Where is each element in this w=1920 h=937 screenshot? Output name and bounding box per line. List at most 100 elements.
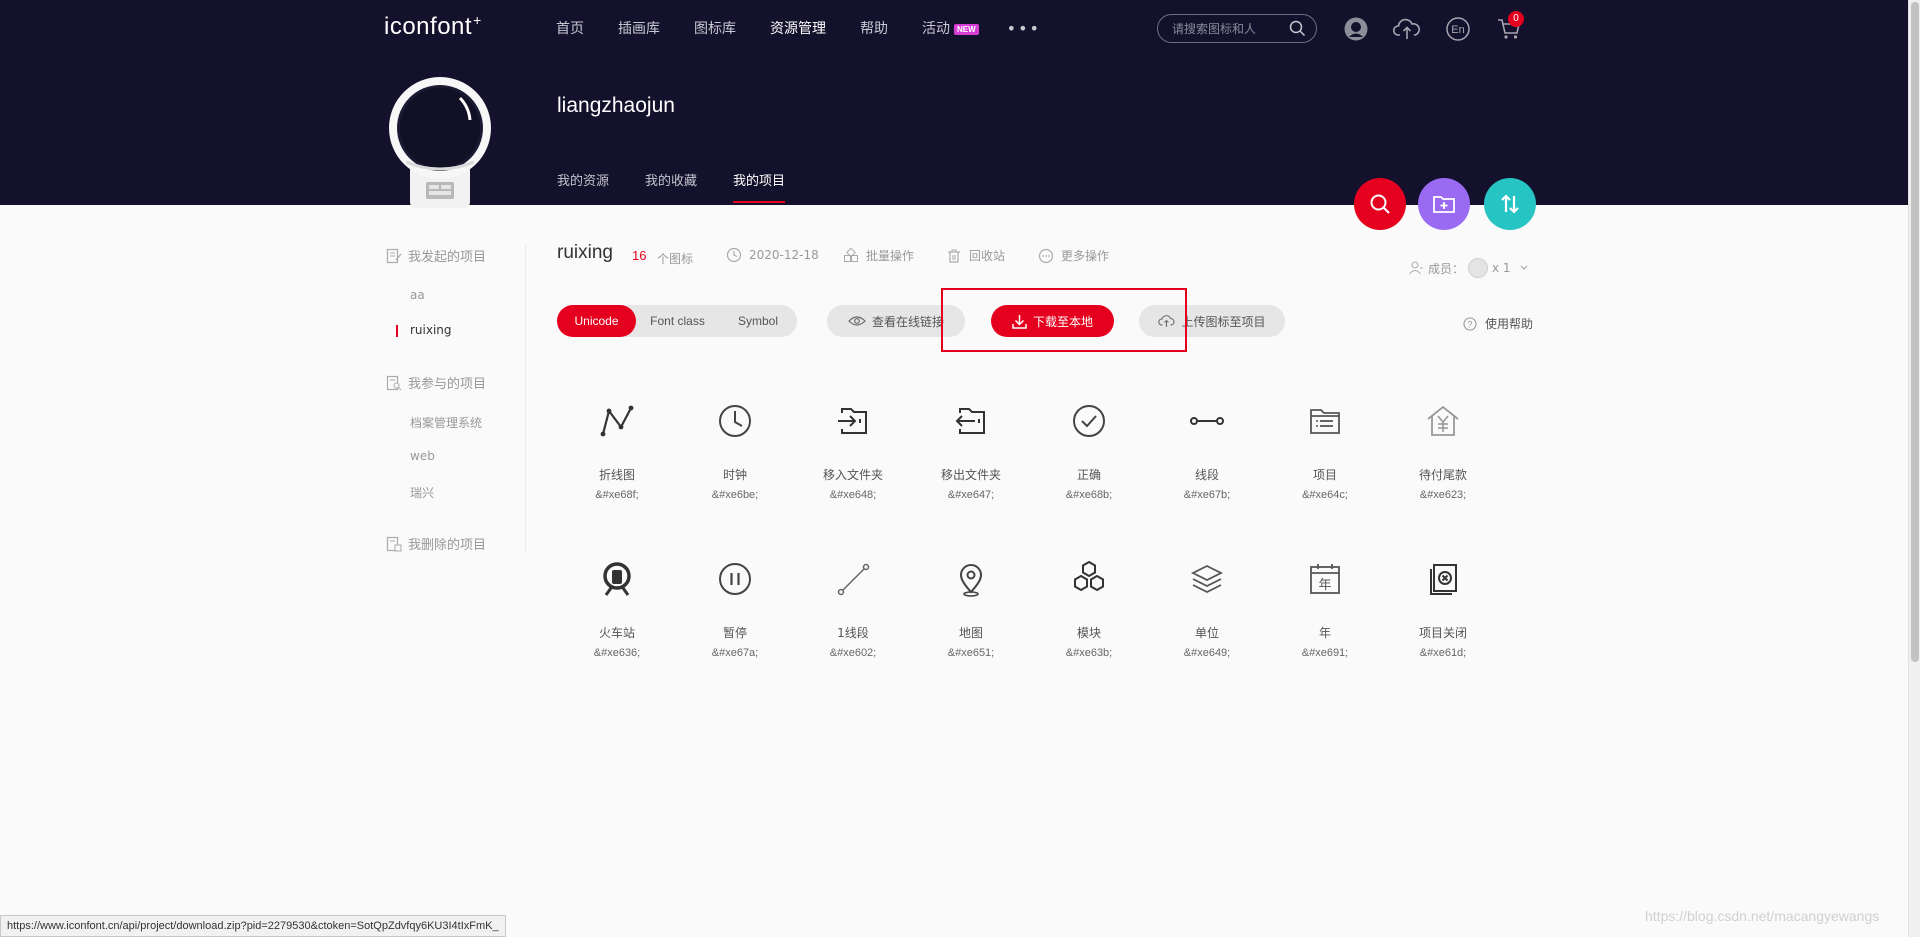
- year-calendar-icon: 年: [1300, 554, 1350, 604]
- svg-text:En: En: [1451, 24, 1464, 36]
- username: liangzhaojun: [557, 94, 675, 117]
- scrollbar-thumb[interactable]: [1911, 2, 1919, 662]
- new-badge: NEW: [954, 23, 979, 35]
- search-icon[interactable]: [1289, 20, 1306, 41]
- batch-operation-button[interactable]: 批量操作: [843, 247, 914, 264]
- icon-card[interactable]: 模块 &#xe63b;: [1030, 554, 1148, 670]
- language-en-icon[interactable]: En: [1443, 14, 1473, 44]
- view-online-link-button[interactable]: 查看在线链接: [827, 305, 965, 337]
- icon-card[interactable]: 移出文件夹 &#xe647;: [912, 396, 1030, 512]
- icon-count: 16: [632, 248, 647, 263]
- icon-card[interactable]: 时钟 &#xe6be;: [676, 396, 794, 512]
- format-symbol-button[interactable]: Symbol: [719, 305, 797, 337]
- line-chart-icon: [592, 396, 642, 446]
- tab-my-resources[interactable]: 我的资源: [557, 170, 609, 203]
- icon-card[interactable]: 地图 &#xe651;: [912, 554, 1030, 670]
- upload-cloud-icon[interactable]: [1392, 14, 1422, 44]
- add-folder-fab-button[interactable]: [1418, 178, 1470, 230]
- recycle-bin-button[interactable]: 回收站: [946, 247, 1005, 264]
- icon-card[interactable]: 单位 &#xe649;: [1148, 554, 1266, 670]
- icon-card[interactable]: 线段 &#xe67b;: [1148, 396, 1266, 512]
- cart-count-badge: 0: [1508, 11, 1524, 27]
- icon-card[interactable]: 折线图 &#xe68f;: [558, 396, 676, 512]
- browser-status-bar: https://www.iconfont.cn/api/project/down…: [0, 915, 506, 937]
- nav-home[interactable]: 首页: [556, 18, 584, 38]
- nav-help[interactable]: 帮助: [860, 18, 888, 38]
- layers-icon: [1182, 554, 1232, 604]
- search-box: [1157, 14, 1317, 43]
- github-icon[interactable]: [1341, 14, 1371, 44]
- chevron-down-icon: [1520, 265, 1528, 270]
- nav-illustrations[interactable]: 插画库: [618, 18, 660, 38]
- sidebar-joined-projects[interactable]: 我参与的项目: [386, 373, 486, 392]
- move-in-folder-icon: [828, 396, 878, 446]
- member-avatar: [1468, 258, 1489, 278]
- project-title: ruixing: [557, 242, 613, 263]
- profile-tabs: 我的资源 我的收藏 我的项目: [557, 170, 821, 203]
- cart-icon[interactable]: 0: [1494, 11, 1524, 44]
- main-nav: 首页 插画库 图标库 资源管理 帮助 活动 NEW •••: [556, 18, 1041, 38]
- edit-doc-icon: [386, 248, 402, 263]
- help-icon: ?: [1463, 316, 1477, 331]
- icon-count-unit: 个图标: [657, 252, 694, 266]
- nav-activity[interactable]: 活动 NEW: [922, 18, 979, 38]
- nav-resource-management[interactable]: 资源管理: [770, 18, 826, 38]
- icon-card[interactable]: 项目关闭 &#xe61d;: [1384, 554, 1502, 670]
- icon-card[interactable]: 移入文件夹 &#xe648;: [794, 396, 912, 512]
- icon-grid: 折线图 &#xe68f; 时钟 &#xe6be; 移入文件夹 &#xe648; …: [558, 396, 1502, 670]
- project-folder-icon: [1300, 396, 1350, 446]
- diagonal-line-icon: [828, 554, 878, 604]
- sidebar-deleted-projects[interactable]: 我删除的项目: [386, 534, 486, 553]
- format-font-class-button[interactable]: Font class: [636, 305, 719, 337]
- search-input[interactable]: [1172, 20, 1284, 37]
- more-operations-button[interactable]: 更多操作: [1038, 247, 1109, 264]
- sort-arrows-icon: [1501, 194, 1519, 214]
- page-scrollbar[interactable]: [1908, 0, 1920, 937]
- sidebar-item-archive-system[interactable]: 档案管理系统: [410, 414, 482, 431]
- format-unicode-button[interactable]: Unicode: [557, 305, 636, 337]
- icon-card[interactable]: 正确 &#xe68b;: [1030, 396, 1148, 512]
- icon-card[interactable]: 待付尾款 &#xe623;: [1384, 396, 1502, 512]
- search-fab-button[interactable]: [1354, 178, 1406, 230]
- icon-card[interactable]: 项目 &#xe64c;: [1266, 396, 1384, 512]
- add-folder-icon: [1433, 196, 1455, 213]
- deleted-doc-icon: [386, 536, 402, 551]
- usage-help-link[interactable]: ? 使用帮助: [1463, 315, 1533, 332]
- sidebar-item-ruixing[interactable]: ruixing: [396, 323, 452, 337]
- modules-icon: [1064, 554, 1114, 604]
- check-circle-icon: [1064, 396, 1114, 446]
- tab-my-favorites[interactable]: 我的收藏: [645, 170, 697, 203]
- icon-card[interactable]: 年 年 &#xe691;: [1266, 554, 1384, 670]
- train-station-icon: [592, 554, 642, 604]
- project-date: 2020-12-18: [726, 247, 819, 263]
- more-nav-button[interactable]: •••: [1007, 19, 1041, 38]
- upload-to-project-button[interactable]: 上传图标至项目: [1139, 305, 1285, 337]
- sidebar-initiated-projects[interactable]: 我发起的项目: [386, 246, 486, 265]
- icon-card[interactable]: 暂停 &#xe67a;: [676, 554, 794, 670]
- tab-my-projects[interactable]: 我的项目: [733, 170, 786, 203]
- project-close-icon: [1418, 554, 1468, 604]
- sidebar-item-aa[interactable]: aa: [410, 288, 425, 302]
- icon-card[interactable]: 火车站 &#xe636;: [558, 554, 676, 670]
- more-circle-icon: [1038, 248, 1054, 263]
- trash-icon: [948, 249, 960, 263]
- upload-cloud-icon: [1158, 315, 1176, 327]
- astronaut-avatar[interactable]: [388, 76, 492, 208]
- iconfont-logo[interactable]: iconfont+: [384, 12, 482, 41]
- svg-text:?: ?: [1467, 319, 1472, 329]
- pending-payment-icon: [1418, 396, 1468, 446]
- sort-fab-button[interactable]: [1484, 178, 1536, 230]
- nav-icon-library[interactable]: 图标库: [694, 18, 736, 38]
- move-out-folder-icon: [946, 396, 996, 446]
- batch-icon: [844, 247, 858, 262]
- sidebar-item-ruixing-cn[interactable]: 瑞兴: [410, 484, 434, 501]
- sidebar-item-web[interactable]: web: [410, 449, 435, 463]
- download-icon: [1012, 314, 1027, 329]
- members-info[interactable]: 成员： x 1: [1408, 258, 1529, 278]
- download-local-button[interactable]: 下载至本地: [991, 305, 1114, 337]
- search-doc-icon: [386, 375, 402, 390]
- top-banner: iconfont+ 首页 插画库 图标库 资源管理 帮助 活动NEW ••• E…: [0, 0, 1908, 208]
- line-segment-icon: [1182, 396, 1232, 446]
- icon-card[interactable]: 1线段 &#xe602;: [794, 554, 912, 670]
- map-pin-icon: [946, 554, 996, 604]
